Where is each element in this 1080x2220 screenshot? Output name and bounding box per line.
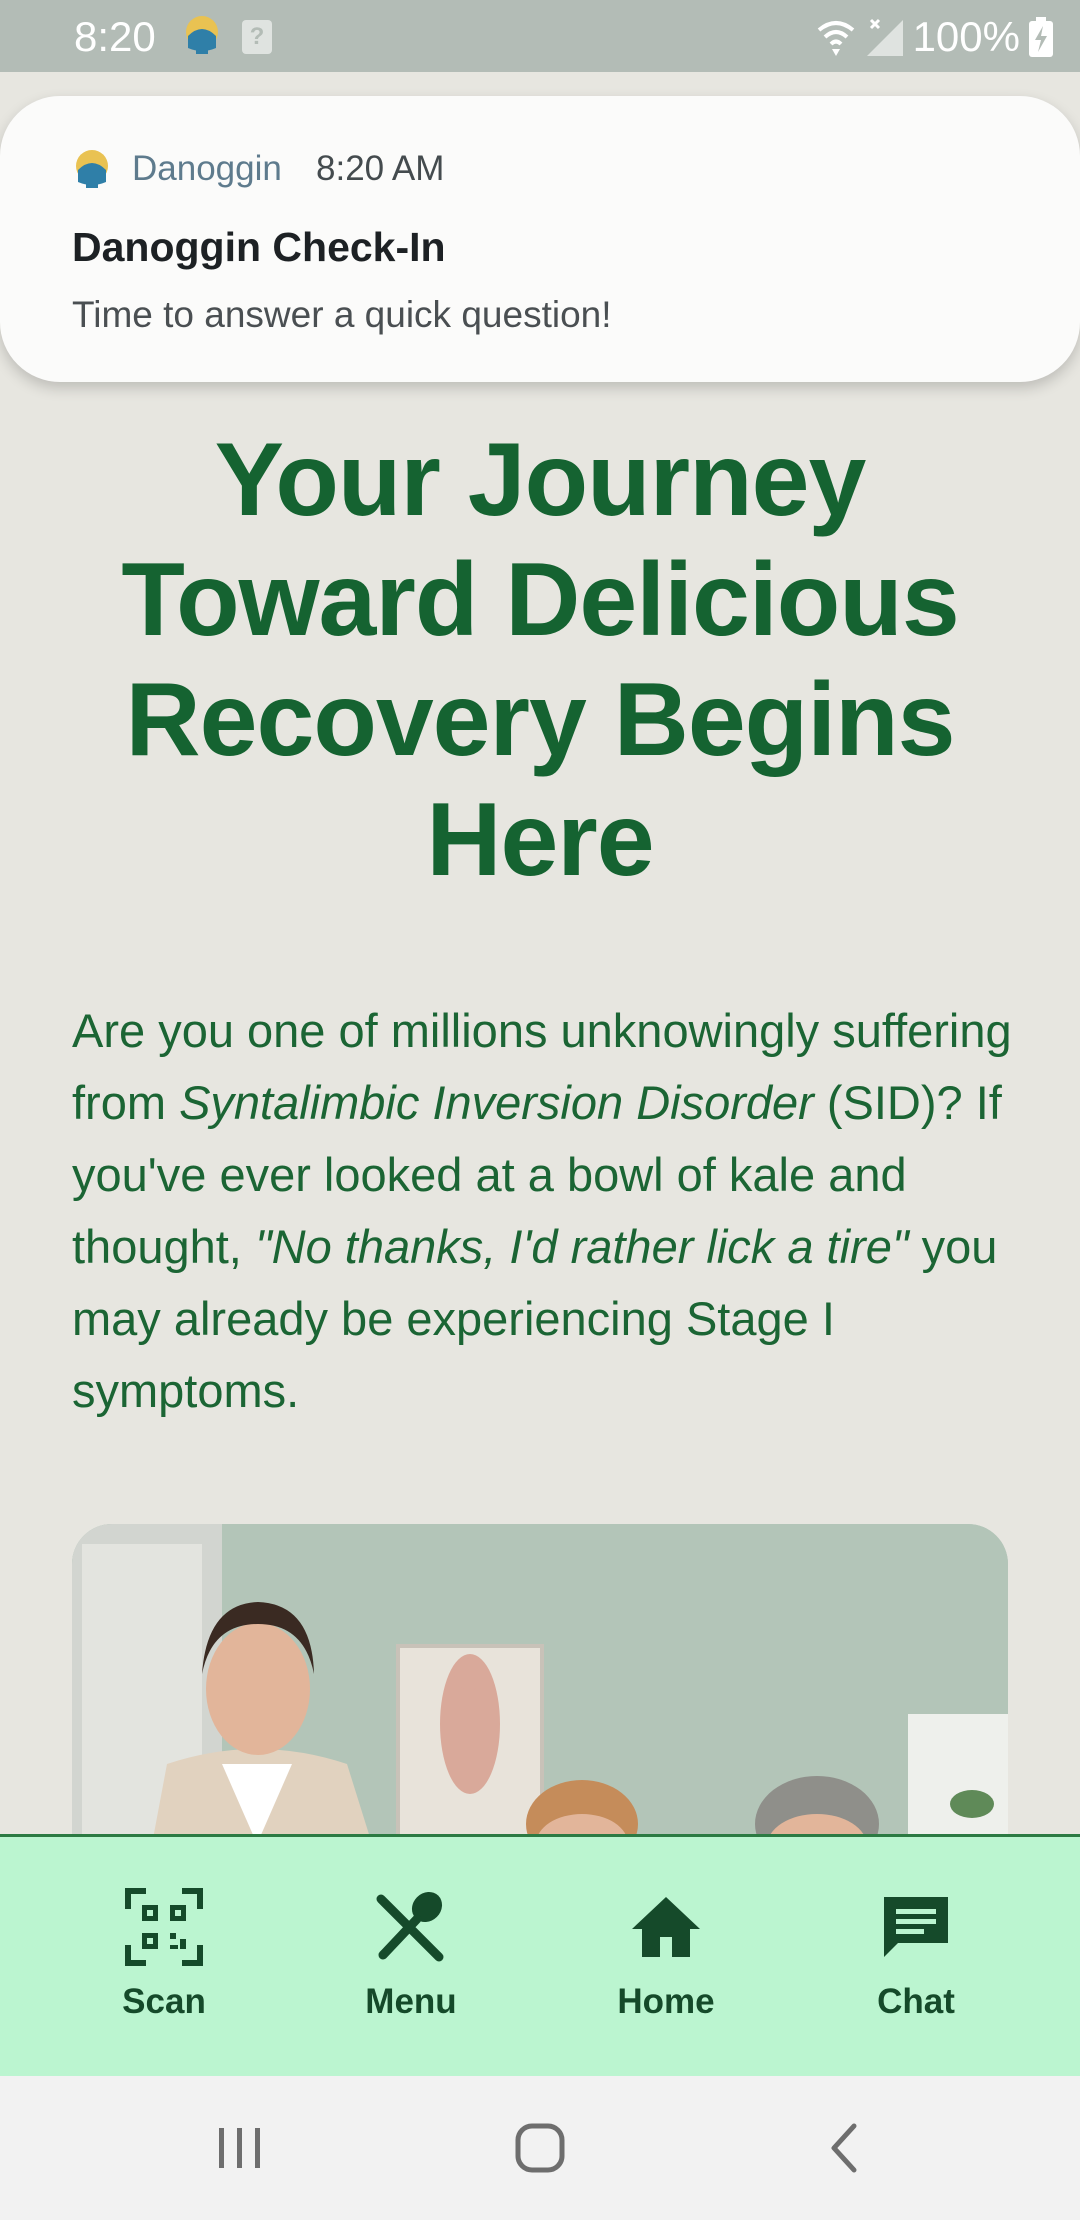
status-bar: 8:20 ? 100%	[0, 0, 1080, 72]
nav-home[interactable]: Home	[576, 1887, 756, 2037]
nav-menu-label: Menu	[365, 1982, 457, 2021]
chat-icon	[884, 1897, 948, 1957]
status-time: 8:20	[74, 13, 156, 60]
cell-signal-icon	[866, 18, 903, 56]
back-icon[interactable]	[816, 2118, 876, 2178]
clinic-photo-illustration	[72, 1524, 1008, 1844]
utensils-icon	[376, 1891, 444, 1962]
notification-app-name: Danoggin	[132, 149, 282, 188]
danoggin-app-icon	[76, 150, 108, 188]
page-headline: Your Journey Toward Delicious Recovery B…	[121, 422, 959, 898]
nav-chat-label: Chat	[877, 1982, 955, 2021]
clinic-photo	[72, 1524, 1008, 1844]
home-icon	[632, 1897, 700, 1957]
intro-paragraph: Are you one of millions unknowingly suff…	[72, 995, 1032, 1427]
nav-home-label: Home	[617, 1982, 715, 2021]
notification-title: Danoggin Check-In	[72, 224, 446, 270]
status-right-icons: 100%	[815, 12, 1054, 62]
notification-time: 8:20 AM	[316, 149, 445, 188]
notification-body: Time to answer a quick question!	[72, 294, 612, 335]
nav-menu[interactable]: Menu	[321, 1887, 501, 2037]
nav-scan-label: Scan	[122, 1982, 206, 2021]
nav-scan[interactable]: Scan	[74, 1887, 254, 2037]
bottom-nav: Scan Menu Home Chat	[0, 1834, 1080, 2076]
qr-code-icon	[125, 1888, 203, 1966]
unknown-notification-icon: ?	[242, 20, 272, 54]
home-circle-icon[interactable]	[510, 2118, 570, 2178]
battery-percent: 100%	[912, 13, 1020, 60]
battery-charging-icon	[1029, 17, 1053, 57]
system-nav-bar	[0, 2076, 1080, 2220]
recent-apps-icon[interactable]	[210, 2118, 270, 2178]
wifi-icon	[817, 21, 854, 56]
notification-card[interactable]: Danoggin 8:20 AM Danoggin Check-In Time …	[0, 96, 1080, 382]
nav-chat[interactable]: Chat	[826, 1887, 1006, 2037]
intro-italic-1: Syntalimbic Inversion Disorder	[179, 1076, 814, 1129]
intro-italic-2: "No thanks, I'd rather lick a tire"	[254, 1220, 909, 1273]
danoggin-app-icon	[186, 16, 218, 54]
